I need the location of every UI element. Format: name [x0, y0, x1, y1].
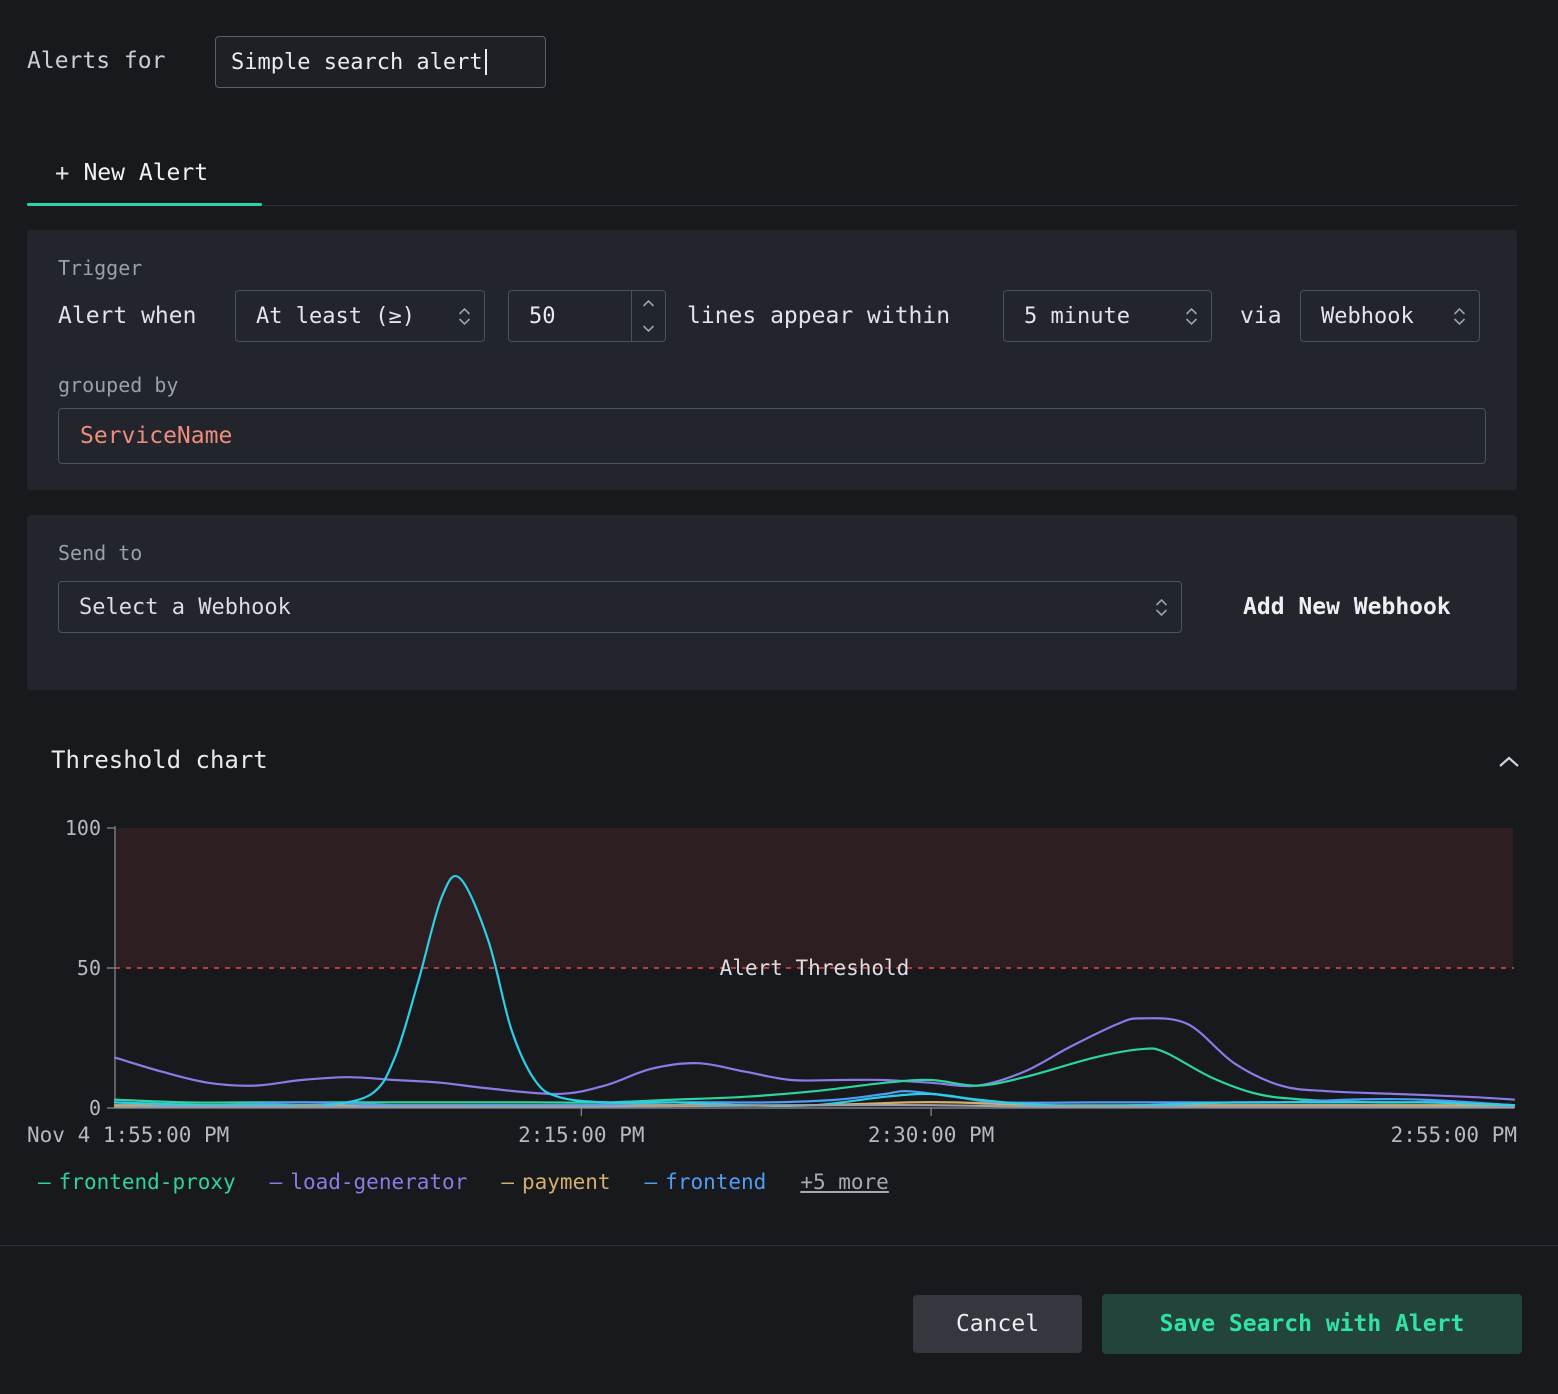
save-search-with-alert-button[interactable]: Save Search with Alert — [1102, 1294, 1522, 1354]
svg-text:50: 50 — [77, 956, 101, 980]
alerts-for-label: Alerts for — [27, 48, 165, 74]
chart-legend: — frontend-proxy — load-generator — payment — f… — [38, 1170, 889, 1194]
trigger-label: Trigger — [58, 256, 142, 280]
alert-config-page: Alerts for Simple search alert + New Ale… — [0, 0, 1558, 1394]
stepper-down-icon[interactable] — [632, 316, 665, 341]
legend-dash-icon: — — [645, 1170, 658, 1194]
condition-value: At least (≥) — [256, 304, 415, 329]
chevron-updown-icon — [1453, 308, 1466, 325]
legend-dash-icon: — — [501, 1170, 514, 1194]
alert-name-value: Simple search alert — [231, 50, 483, 75]
time-window-value: 5 minute — [1024, 304, 1130, 329]
tab-active-underline — [27, 203, 262, 206]
send-to-panel: Send to Select a Webhook Add New Webhook — [27, 515, 1517, 690]
legend-item-payment[interactable]: — payment — [501, 1170, 610, 1194]
svg-text:100: 100 — [65, 816, 101, 840]
svg-text:2:55:00 PM: 2:55:00 PM — [1391, 1123, 1517, 1147]
svg-text:2:30:00 PM: 2:30:00 PM — [868, 1123, 994, 1147]
legend-label: frontend-proxy — [59, 1170, 236, 1194]
plus-icon: + — [55, 159, 69, 187]
lines-appear-within-label: lines appear within — [687, 303, 950, 329]
trigger-panel: Trigger Alert when At least (≥) 50 lines… — [27, 230, 1517, 490]
webhook-select-value: Select a Webhook — [79, 595, 291, 620]
add-new-webhook-button[interactable]: Add New Webhook — [1243, 581, 1451, 633]
svg-text:2:15:00 PM: 2:15:00 PM — [518, 1123, 644, 1147]
threshold-chart-title: Threshold chart — [51, 746, 268, 774]
text-caret — [485, 49, 487, 75]
chevron-updown-icon — [1155, 599, 1168, 616]
legend-dash-icon: — — [270, 1170, 283, 1194]
grouped-by-label: grouped by — [58, 373, 178, 397]
threshold-chart: 0 50 100 Nov 4 1:55:00 PM 2:15:00 PM 2:30:00 … — [27, 812, 1517, 1157]
chevron-up-icon — [1498, 756, 1520, 768]
footer-divider — [0, 1245, 1558, 1246]
legend-more-link[interactable]: +5 more — [800, 1170, 889, 1194]
svg-text:Nov 4 1:55:00 PM: Nov 4 1:55:00 PM — [27, 1123, 229, 1147]
count-stepper[interactable] — [631, 291, 665, 341]
grouped-by-value: ServiceName — [80, 423, 232, 449]
legend-items: — frontend-proxy — load-generator — payment — f… — [38, 1170, 766, 1194]
legend-item-load-generator[interactable]: — load-generator — [270, 1170, 468, 1194]
time-window-select[interactable]: 5 minute — [1003, 290, 1212, 342]
grouped-by-input[interactable]: ServiceName — [58, 408, 1486, 464]
legend-item-frontend-proxy[interactable]: — frontend-proxy — [38, 1170, 236, 1194]
line-count-value: 50 — [509, 291, 631, 341]
line-count-input[interactable]: 50 — [508, 290, 666, 342]
channel-select[interactable]: Webhook — [1300, 290, 1480, 342]
tab-new-alert-label: New Alert — [83, 160, 208, 186]
alert-when-label: Alert when — [58, 303, 196, 329]
svg-text:0: 0 — [89, 1096, 101, 1120]
legend-label: load-generator — [290, 1170, 467, 1194]
webhook-select[interactable]: Select a Webhook — [58, 581, 1182, 633]
legend-label: frontend — [665, 1170, 766, 1194]
legend-label: payment — [522, 1170, 611, 1194]
cancel-button[interactable]: Cancel — [913, 1295, 1082, 1353]
channel-value: Webhook — [1321, 304, 1414, 329]
threshold-chart-svg: 0 50 100 Nov 4 1:55:00 PM 2:15:00 PM 2:30:00 … — [27, 812, 1517, 1157]
legend-item-frontend[interactable]: — frontend — [645, 1170, 767, 1194]
collapse-section-button[interactable] — [1496, 752, 1522, 772]
via-label: via — [1240, 303, 1282, 329]
alert-name-input[interactable]: Simple search alert — [215, 36, 546, 88]
send-to-label: Send to — [58, 541, 142, 565]
legend-dash-icon: — — [38, 1170, 51, 1194]
chevron-updown-icon — [458, 308, 471, 325]
chevron-updown-icon — [1185, 308, 1198, 325]
condition-select[interactable]: At least (≥) — [235, 290, 485, 342]
tab-new-alert[interactable]: + New Alert — [27, 143, 262, 203]
stepper-up-icon[interactable] — [632, 291, 665, 316]
svg-text:Alert Threshold: Alert Threshold — [720, 956, 910, 980]
